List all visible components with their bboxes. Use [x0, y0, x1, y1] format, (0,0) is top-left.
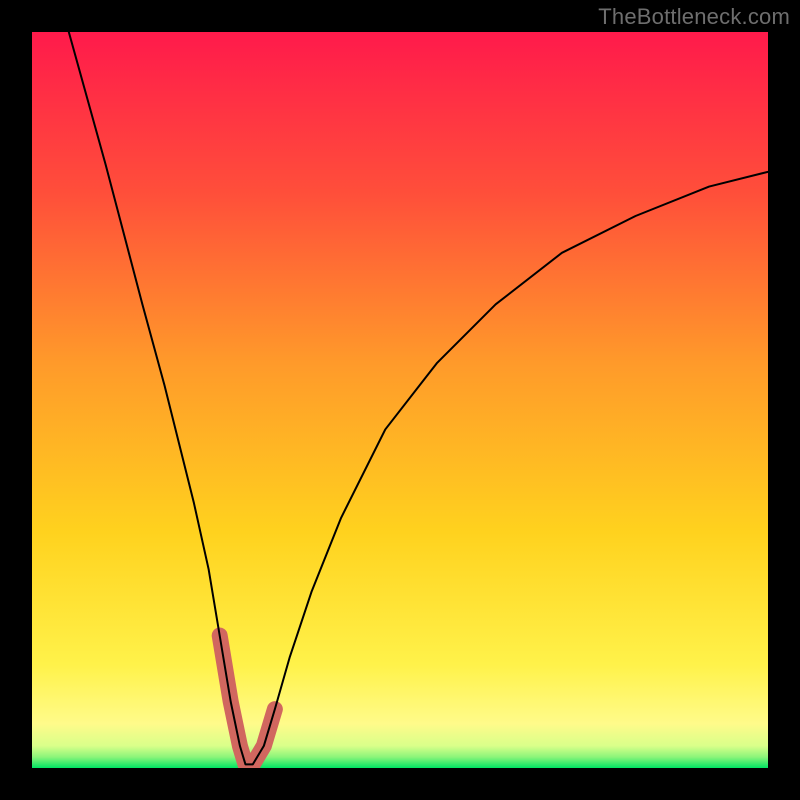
watermark-text: TheBottleneck.com — [598, 4, 790, 30]
plot-area — [32, 32, 768, 768]
gradient-background — [32, 32, 768, 768]
chart-frame: TheBottleneck.com — [0, 0, 800, 800]
chart-svg — [32, 32, 768, 768]
